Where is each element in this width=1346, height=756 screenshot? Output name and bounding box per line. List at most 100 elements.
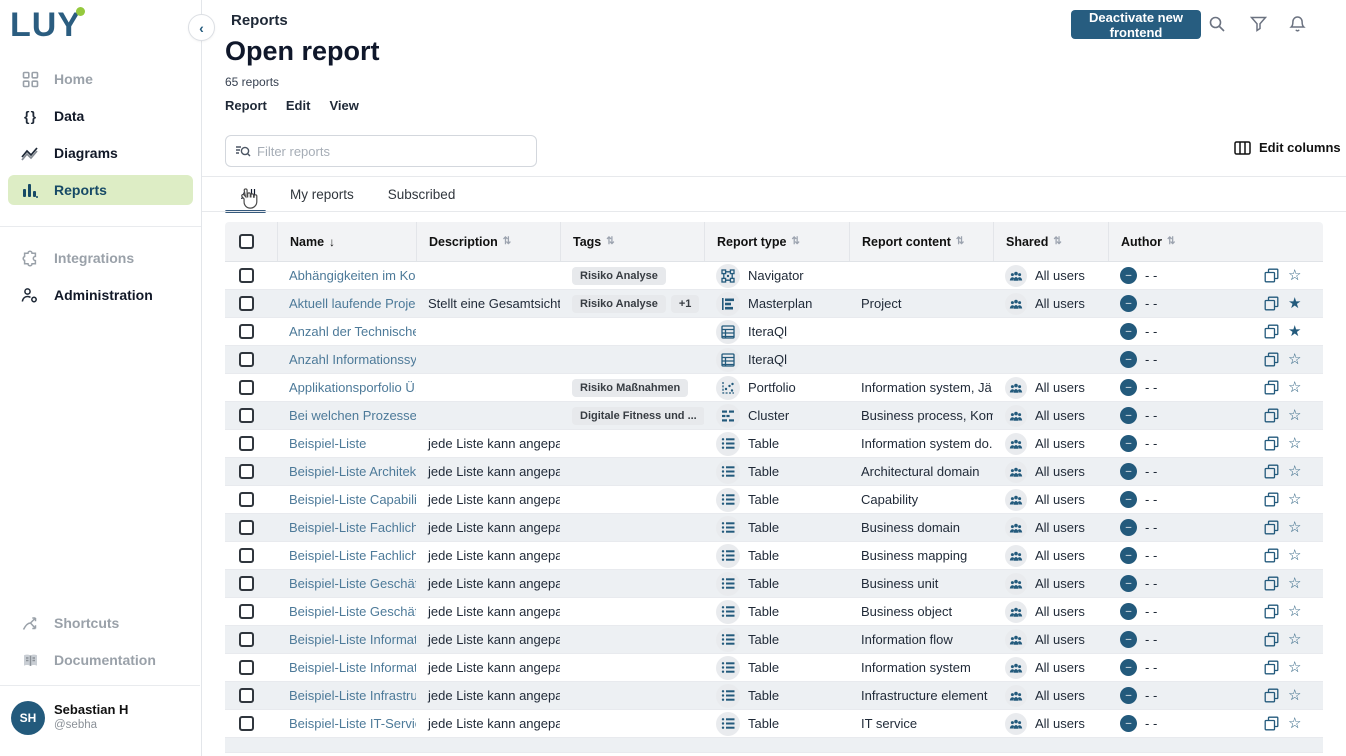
menu-view[interactable]: View [329, 98, 358, 113]
report-name-link[interactable]: Beispiel-Liste Geschäft... [289, 576, 416, 591]
row-checkbox[interactable] [239, 268, 254, 283]
row-checkbox[interactable] [239, 380, 254, 395]
row-checkbox[interactable] [239, 296, 254, 311]
column-header-author[interactable]: Author⇅ [1108, 222, 1252, 261]
row-checkbox[interactable] [239, 632, 254, 647]
copy-report-button[interactable] [1264, 268, 1279, 283]
search-icon[interactable] [1204, 11, 1230, 37]
sidebar-item-documentation[interactable]: Documentation [8, 645, 193, 675]
row-checkbox[interactable] [239, 716, 254, 731]
star-outline-button[interactable]: ☆ [1288, 464, 1301, 479]
row-checkbox[interactable] [239, 660, 254, 675]
filter-reports-input[interactable] [257, 144, 527, 159]
report-name-link[interactable]: Anzahl der Technische... [289, 324, 416, 339]
report-name-link[interactable]: Beispiel-Liste Architekt... [289, 464, 416, 479]
star-outline-button[interactable]: ☆ [1288, 436, 1301, 451]
row-checkbox[interactable] [239, 548, 254, 563]
luy-logo[interactable]: LUY [10, 6, 81, 45]
star-outline-button[interactable]: ☆ [1288, 576, 1301, 591]
tag-badge[interactable]: Digitale Fitness und ... [572, 407, 704, 425]
sidebar-item-reports[interactable]: Reports [8, 175, 193, 205]
star-outline-button[interactable]: ☆ [1288, 492, 1301, 507]
deactivate-frontend-button[interactable]: Deactivate new frontend [1071, 10, 1201, 39]
row-checkbox[interactable] [239, 576, 254, 591]
copy-report-button[interactable] [1264, 688, 1279, 703]
report-name-link[interactable]: Beispiel-Liste IT-Servic... [289, 716, 416, 731]
column-header-shared[interactable]: Shared⇅ [993, 222, 1108, 261]
user-profile[interactable]: SH Sebastian H @sebha [0, 685, 200, 756]
star-outline-button[interactable]: ☆ [1288, 716, 1301, 731]
row-checkbox[interactable] [239, 408, 254, 423]
report-name-link[interactable]: Beispiel-Liste Capability [289, 492, 416, 507]
star-filled-button[interactable]: ★ [1288, 324, 1301, 339]
filter-icon[interactable] [1245, 11, 1271, 37]
sidebar-item-diagrams[interactable]: Diagrams [8, 138, 193, 168]
copy-report-button[interactable] [1264, 296, 1279, 311]
star-outline-button[interactable]: ☆ [1288, 352, 1301, 367]
report-name-link[interactable]: Beispiel-Liste Fachlich... [289, 520, 416, 535]
copy-report-button[interactable] [1264, 436, 1279, 451]
report-name-link[interactable]: Beispiel-Liste [289, 436, 366, 451]
tag-badge[interactable]: Risiko Analyse [572, 295, 666, 313]
report-name-link[interactable]: Bei welchen Prozessen... [289, 408, 416, 423]
row-checkbox[interactable] [239, 520, 254, 535]
tag-badge[interactable]: Risiko Analyse [572, 267, 666, 285]
column-header-name[interactable]: Name↓ [277, 222, 416, 261]
copy-report-button[interactable] [1264, 520, 1279, 535]
row-checkbox[interactable] [239, 492, 254, 507]
row-checkbox[interactable] [239, 604, 254, 619]
row-checkbox[interactable] [239, 324, 254, 339]
report-name-link[interactable]: Anzahl Informationssy... [289, 352, 416, 367]
copy-report-button[interactable] [1264, 408, 1279, 423]
copy-report-button[interactable] [1264, 324, 1279, 339]
copy-report-button[interactable] [1264, 576, 1279, 591]
sidebar-item-administration[interactable]: Administration [8, 280, 193, 310]
column-header-report-type[interactable]: Report type⇅ [704, 222, 849, 261]
column-header-report-content[interactable]: Report content⇅ [849, 222, 993, 261]
copy-report-button[interactable] [1264, 492, 1279, 507]
tag-badge[interactable]: Risiko Maßnahmen [572, 379, 688, 397]
star-outline-button[interactable]: ☆ [1288, 520, 1301, 535]
star-filled-button[interactable]: ★ [1288, 296, 1301, 311]
star-outline-button[interactable]: ☆ [1288, 408, 1301, 423]
star-outline-button[interactable]: ☆ [1288, 632, 1301, 647]
report-name-link[interactable]: Beispiel-Liste Informati... [289, 632, 416, 647]
tab-all[interactable]: All [241, 181, 256, 213]
star-outline-button[interactable]: ☆ [1288, 660, 1301, 675]
star-outline-button[interactable]: ☆ [1288, 604, 1301, 619]
sidebar-item-integrations[interactable]: Integrations [8, 243, 193, 273]
tab-subscribed[interactable]: Subscribed [388, 181, 456, 213]
row-checkbox[interactable] [239, 464, 254, 479]
report-name-link[interactable]: Applikationsporfolio Ü... [289, 380, 416, 395]
copy-report-button[interactable] [1264, 716, 1279, 731]
sidebar-item-shortcuts[interactable]: Shortcuts [8, 608, 193, 638]
report-name-link[interactable]: Beispiel-Liste Geschäft... [289, 604, 416, 619]
copy-report-button[interactable] [1264, 380, 1279, 395]
copy-report-button[interactable] [1264, 604, 1279, 619]
sidebar-item-data[interactable]: { } Data [8, 101, 193, 131]
row-checkbox[interactable] [239, 352, 254, 367]
column-header-description[interactable]: Description⇅ [416, 222, 560, 261]
column-header-tags[interactable]: Tags⇅ [560, 222, 704, 261]
row-checkbox[interactable] [239, 688, 254, 703]
report-name-link[interactable]: Abhängigkeiten im Kon... [289, 268, 416, 283]
edit-columns-button[interactable]: Edit columns [1234, 140, 1341, 155]
copy-report-button[interactable] [1264, 632, 1279, 647]
select-all-checkbox[interactable] [239, 234, 254, 249]
copy-report-button[interactable] [1264, 352, 1279, 367]
report-name-link[interactable]: Beispiel-Liste Infrastru... [289, 688, 416, 703]
report-name-link[interactable]: Beispiel-Liste Informati... [289, 660, 416, 675]
sidebar-collapse-button[interactable]: ‹ [188, 14, 215, 41]
sidebar-item-home[interactable]: Home [8, 64, 193, 94]
copy-report-button[interactable] [1264, 660, 1279, 675]
row-checkbox[interactable] [239, 436, 254, 451]
star-outline-button[interactable]: ☆ [1288, 688, 1301, 703]
star-outline-button[interactable]: ☆ [1288, 380, 1301, 395]
copy-report-button[interactable] [1264, 548, 1279, 563]
bell-icon[interactable] [1284, 11, 1310, 37]
report-name-link[interactable]: Aktuell laufende Projek... [289, 296, 416, 311]
star-outline-button[interactable]: ☆ [1288, 548, 1301, 563]
report-name-link[interactable]: Beispiel-Liste Fachlich... [289, 548, 416, 563]
copy-report-button[interactable] [1264, 464, 1279, 479]
star-outline-button[interactable]: ☆ [1288, 268, 1301, 283]
